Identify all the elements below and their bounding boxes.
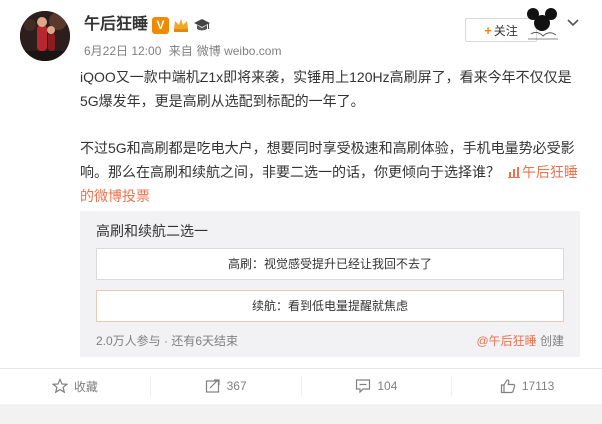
action-bar: 收藏 367 104 17113 <box>0 369 602 403</box>
favorite-label: 收藏 <box>73 379 98 394</box>
source-prefix: 来自 <box>168 44 193 58</box>
poll-creator: @午后狂睡 创建 <box>476 332 564 349</box>
comment-icon <box>356 379 371 394</box>
post-paragraph-2: 不过5G和高刷都是吃电大户，想要同时享受极速和高刷体验，手机电量势必受影响。那么… <box>80 136 580 208</box>
post-paragraph-2-text: 不过5G和高刷都是吃电大户，想要同时享受极速和高刷体验，手机电量势必受影响。那么… <box>80 140 575 180</box>
verified-icon: V <box>152 16 169 34</box>
poll-creator-link[interactable]: @午后狂睡 <box>476 334 536 348</box>
post-meta: 6月22日 12:00 来自 微博 weibo.com <box>84 42 285 59</box>
like-button[interactable]: 17113 <box>452 376 602 396</box>
star-icon <box>51 378 68 394</box>
poll-card: 高刷和续航二选一 高刷：视觉感受提升已经让我回不去了 续航：看到低电量提醒就焦虑… <box>80 211 580 357</box>
poll-creator-suffix: 创建 <box>539 334 564 348</box>
thumbs-up-icon <box>500 379 516 394</box>
post-date[interactable]: 6月22日 12:00 <box>84 44 161 58</box>
repost-icon <box>205 379 220 393</box>
poll-stats: 2.0万人参与 · 还有6天结束 <box>96 334 239 348</box>
post-source[interactable]: 微博 weibo.com <box>197 44 282 58</box>
comment-count: 104 <box>377 379 398 393</box>
chevron-down-icon[interactable] <box>566 16 580 30</box>
post-paragraph-1: iQOO又一款中端机Z1x即将来袭，实锤用上120Hz高刷屏了，看来今年不仅仅是… <box>80 69 572 109</box>
repost-button[interactable]: 367 <box>151 376 302 396</box>
graduation-cap-icon <box>194 19 210 31</box>
like-count: 17113 <box>521 379 555 393</box>
comment-button[interactable]: 104 <box>302 376 453 396</box>
plus-icon: + <box>484 22 492 38</box>
avatar[interactable] <box>20 11 70 61</box>
follow-label: 关注 <box>493 23 518 38</box>
bottom-strip <box>0 404 602 424</box>
mickey-decoration-icon <box>527 8 558 40</box>
poll-option-refresh[interactable]: 高刷：视觉感受提升已经让我回不去了 <box>96 248 564 280</box>
poll-title: 高刷和续航二选一 <box>96 223 208 239</box>
favorite-button[interactable]: 收藏 <box>0 376 151 396</box>
author-badges: V <box>152 16 211 34</box>
poll-chart-icon <box>507 167 520 178</box>
repost-count: 367 <box>226 379 247 393</box>
poll-option-battery[interactable]: 续航：看到低电量提醒就焦虑 <box>96 290 564 322</box>
author-name[interactable]: 午后狂睡 <box>84 15 148 35</box>
vip-crown-icon <box>174 19 188 32</box>
